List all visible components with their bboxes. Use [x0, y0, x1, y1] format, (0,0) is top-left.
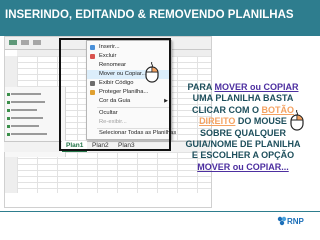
footer-divider [0, 211, 320, 212]
slide: INSERINDO, EDITANDO & REMOVENDO PLANILHA… [0, 0, 320, 240]
ribbon-tab[interactable] [9, 40, 17, 45]
folder-icon [7, 133, 10, 136]
highlight-frame [59, 38, 171, 151]
slide-title: INSERINDO, EDITANDO & REMOVENDO PLANILHA… [5, 9, 294, 21]
instruction-text: PARA MOVER ou COPIAR UMA PLANILHA BASTA … [185, 82, 301, 172]
folder-icon [7, 117, 10, 120]
ribbon-tab[interactable] [33, 40, 41, 45]
rnp-logo-mark [277, 216, 287, 226]
folder-icon [7, 125, 10, 128]
folder-icon [7, 109, 10, 112]
folder-icon [7, 101, 10, 104]
rnp-logo-text: RNP [287, 217, 304, 226]
folder-icon [7, 93, 10, 96]
title-bar: INSERINDO, EDITANDO & REMOVENDO PLANILHA… [0, 0, 320, 36]
ribbon-tab[interactable] [21, 40, 29, 45]
mouse-icon [145, 62, 159, 83]
